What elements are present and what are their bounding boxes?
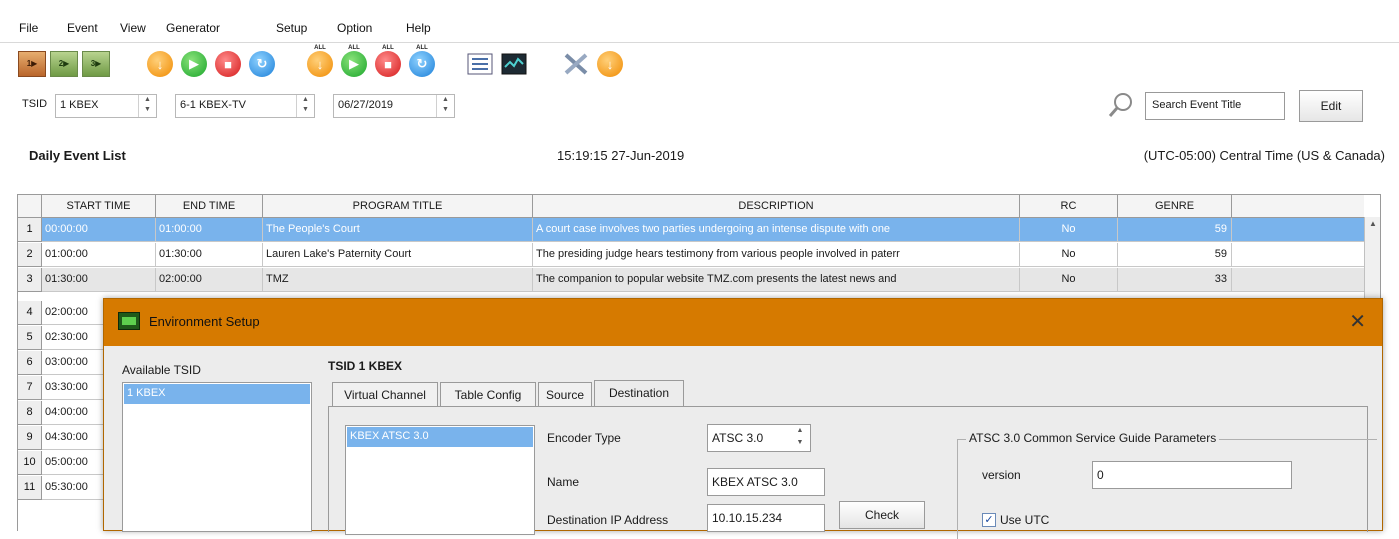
menu-setup[interactable]: Setup	[276, 21, 307, 35]
daily-event-list-title: Daily Event List	[29, 148, 126, 163]
destination-ip-label: Destination IP Address	[547, 513, 669, 527]
list-view-icon[interactable]	[466, 50, 494, 78]
version-label: version	[982, 468, 1021, 482]
csg-parameters-title: ATSC 3.0 Common Service Guide Parameters	[966, 431, 1220, 445]
current-datetime: 15:19:15 27-Jun-2019	[557, 148, 685, 163]
menu-option[interactable]: Option	[337, 21, 372, 35]
column-header-description[interactable]: DESCRIPTION	[533, 195, 1020, 218]
destination-panel: KBEX ATSC 3.0 Encoder Type ATSC 3.0 ▲ ▼ N…	[328, 406, 1377, 539]
play-icon[interactable]: ▶	[180, 50, 208, 78]
table-row[interactable]: 3 01:30:00 02:00:00 TMZ The companion to…	[18, 268, 1364, 292]
list-item[interactable]: 1 KBEX	[124, 384, 310, 404]
download-icon[interactable]: ↓	[146, 50, 174, 78]
use-utc-checkbox[interactable]: ✓	[982, 513, 996, 527]
tsid-header: TSID 1 KBEX	[328, 359, 403, 373]
column-header-genre[interactable]: GENRE	[1118, 195, 1232, 218]
menu-file[interactable]: File	[19, 21, 38, 35]
tsid-3-icon[interactable]: 3▶	[82, 50, 110, 78]
row-number-header	[18, 195, 42, 218]
column-header-program-title[interactable]: PROGRAM TITLE	[263, 195, 533, 218]
list-item[interactable]: KBEX ATSC 3.0	[347, 427, 533, 447]
dialog-title-bar[interactable]: Environment Setup ✕	[104, 299, 1382, 346]
column-header-start-time[interactable]: START TIME	[42, 195, 156, 218]
scroll-up-icon[interactable]: ▲	[1367, 219, 1379, 231]
search-event-title-input[interactable]: Search Event Title	[1145, 92, 1285, 120]
spinner-arrows-icon[interactable]: ▲ ▼	[138, 95, 156, 117]
export-icon[interactable]: ↓	[596, 50, 624, 78]
search-icon[interactable]	[1106, 90, 1136, 120]
date-spinner[interactable]: 06/27/2019 ▲ ▼	[333, 94, 455, 118]
tools-icon[interactable]	[562, 50, 590, 78]
spinner-arrows-icon[interactable]: ▲ ▼	[790, 425, 810, 451]
available-tsid-label: Available TSID	[122, 363, 201, 377]
tab-table-config[interactable]: Table Config	[440, 382, 536, 407]
tsid-label: TSID	[22, 98, 48, 110]
toolbar: 1▶ 2▶ 3▶ ↓ ▶ ■ ↻ ↓ ALL ▶ ALL ■ ALL ↻ ALL ↓	[0, 44, 1399, 90]
table-row[interactable]: 1 00:00:00 01:00:00 The People's Court A…	[18, 218, 1364, 242]
menu-event[interactable]: Event	[67, 21, 98, 35]
timezone-label: (UTC-05:00) Central Time (US & Canada)	[1143, 148, 1385, 163]
name-field[interactable]: KBEX ATSC 3.0	[707, 468, 825, 496]
destination-list[interactable]: KBEX ATSC 3.0	[345, 425, 535, 535]
table-row[interactable]: 2 01:00:00 01:30:00 Lauren Lake's Patern…	[18, 243, 1364, 267]
dialog-title: Environment Setup	[149, 314, 260, 329]
version-field[interactable]: 0	[1092, 461, 1292, 489]
monitor-icon[interactable]	[500, 50, 528, 78]
refresh-all-icon[interactable]: ↻ ALL	[408, 45, 436, 78]
spinner-arrows-icon[interactable]: ▲ ▼	[436, 95, 454, 117]
column-header-end-time[interactable]: END TIME	[156, 195, 263, 218]
stop-icon[interactable]: ■	[214, 50, 242, 78]
check-button[interactable]: Check	[839, 501, 925, 529]
tsid-spinner[interactable]: 1 KBEX ▲ ▼	[55, 94, 157, 118]
channel-spinner[interactable]: 6-1 KBEX-TV ▲ ▼	[175, 94, 315, 118]
destination-ip-field[interactable]: 10.10.15.234	[707, 504, 825, 532]
stop-all-icon[interactable]: ■ ALL	[374, 45, 402, 78]
encoder-type-spinner[interactable]: ATSC 3.0 ▲ ▼	[707, 424, 811, 452]
name-label: Name	[547, 475, 580, 489]
tab-source[interactable]: Source	[538, 382, 592, 407]
menu-generator[interactable]: Generator	[166, 21, 220, 35]
column-header-empty	[1232, 195, 1364, 218]
use-utc-label: Use UTC	[1000, 513, 1050, 527]
available-tsid-list[interactable]: 1 KBEX	[122, 382, 312, 532]
edit-button[interactable]: Edit	[1299, 90, 1363, 122]
close-icon[interactable]: ✕	[1349, 309, 1366, 334]
environment-setup-dialog: Environment Setup ✕ Available TSID 1 KBE…	[103, 298, 1383, 539]
menu-view[interactable]: View	[120, 21, 146, 35]
play-all-icon[interactable]: ▶ ALL	[340, 45, 368, 78]
tsid-2-icon[interactable]: 2▶	[50, 50, 78, 78]
menu-help[interactable]: Help	[406, 21, 431, 35]
menu-divider	[0, 42, 1399, 43]
refresh-icon[interactable]: ↻	[248, 50, 276, 78]
spinner-arrows-icon[interactable]: ▲ ▼	[296, 95, 314, 117]
app-icon	[118, 312, 140, 330]
column-header-rc[interactable]: RC	[1020, 195, 1118, 218]
download-all-icon[interactable]: ↓ ALL	[306, 45, 334, 78]
tab-destination[interactable]: Destination	[594, 380, 684, 407]
tsid-1-icon[interactable]: 1▶	[18, 50, 46, 78]
encoder-type-label: Encoder Type	[547, 431, 621, 445]
menu-bar: File Event View Generator Setup Option H…	[0, 0, 1399, 50]
tab-virtual-channel[interactable]: Virtual Channel	[332, 382, 438, 407]
csg-parameters-group: ATSC 3.0 Common Service Guide Parameters…	[957, 431, 1377, 539]
